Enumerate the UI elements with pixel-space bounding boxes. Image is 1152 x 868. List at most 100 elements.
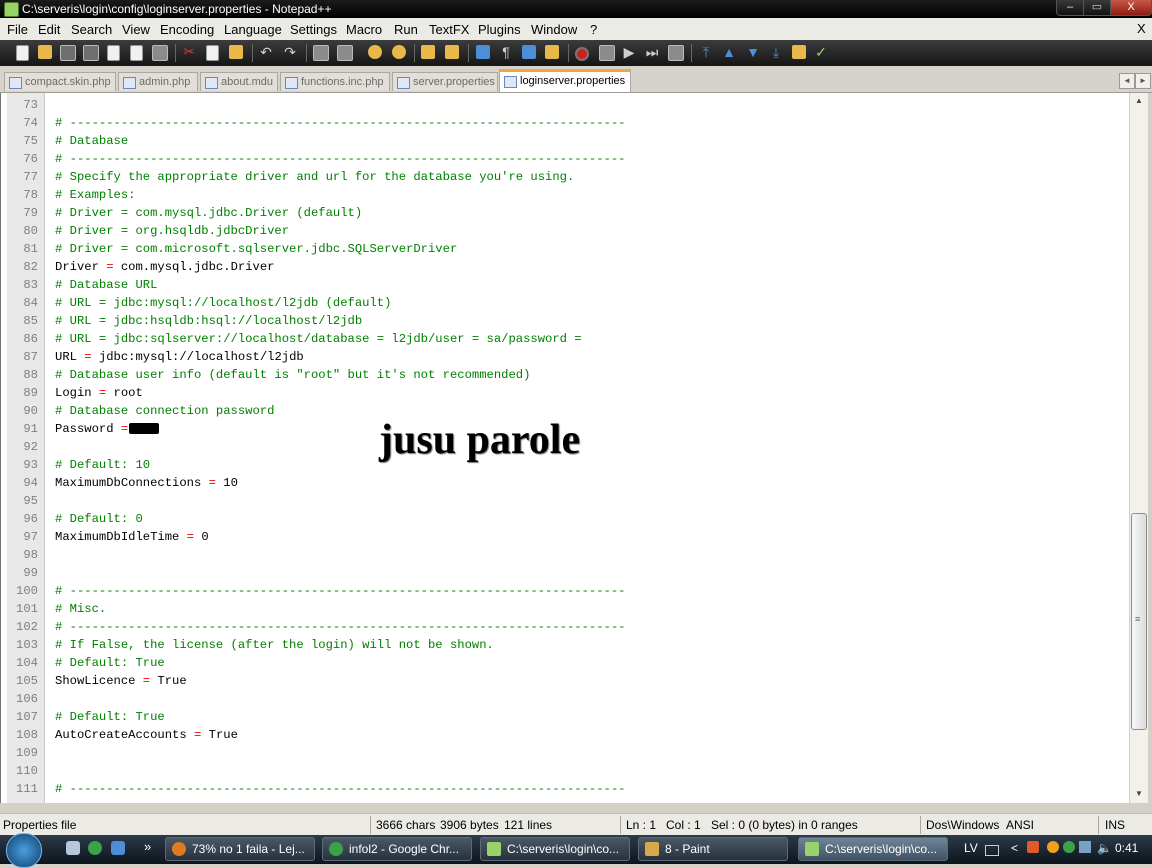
indent-guide-icon[interactable] xyxy=(522,45,536,59)
code-line[interactable]: 88 # Database user info (default is "root… xyxy=(1,366,1130,384)
menu-macro[interactable]: Macro xyxy=(346,22,382,37)
code-line[interactable]: 78 # Examples: xyxy=(1,186,1130,204)
volume-icon[interactable]: 🔈 xyxy=(1097,841,1112,855)
quicklaunch-more-icon[interactable]: » xyxy=(144,839,151,854)
menu-file[interactable]: File xyxy=(7,22,28,37)
spell-check-icon[interactable]: ✓ xyxy=(814,45,828,59)
code-line[interactable]: 89 Login = root xyxy=(1,384,1130,402)
minimize-button[interactable]: – xyxy=(1056,0,1084,16)
sync-vertical-icon[interactable] xyxy=(421,45,435,59)
tray-app-icon[interactable] xyxy=(1047,841,1059,853)
code-line[interactable]: 104 # Default: True xyxy=(1,654,1130,672)
zoom-in-icon[interactable] xyxy=(368,45,382,59)
scroll-down-arrow-icon[interactable]: ▼ xyxy=(1135,789,1143,798)
code-line[interactable]: 83 # Database URL xyxy=(1,276,1130,294)
code-line[interactable]: 95 xyxy=(1,492,1130,510)
open-file-icon[interactable] xyxy=(38,45,52,59)
code-line[interactable]: 85 # URL = jdbc:hsqldb:hsql://localhost/l… xyxy=(1,312,1130,330)
code-line[interactable]: 100 # -----------------------------------… xyxy=(1,582,1130,600)
save-macro-icon[interactable] xyxy=(668,45,684,61)
paste-icon[interactable] xyxy=(229,45,243,59)
menu-run[interactable]: Run xyxy=(394,22,418,37)
quicklaunch-chrome-icon[interactable] xyxy=(88,841,102,855)
menu-language[interactable]: Language xyxy=(224,22,282,37)
taskbar-item-chrome[interactable]: infol2 - Google Chr... xyxy=(322,837,472,861)
code-line[interactable]: 75 # Database xyxy=(1,132,1130,150)
undo-icon[interactable]: ↶ xyxy=(259,45,273,59)
taskbar-item-notepadpp-1[interactable]: C:\serveris\login\co... xyxy=(480,837,630,861)
show-all-chars-icon[interactable]: ¶ xyxy=(499,45,513,59)
taskbar-item-notepadpp-2[interactable]: C:\serveris\login\co... xyxy=(798,837,948,861)
code-line[interactable]: 105 ShowLicence = True xyxy=(1,672,1130,690)
print-icon[interactable] xyxy=(152,45,168,61)
redo-icon[interactable]: ↷ xyxy=(283,45,297,59)
sync-horizontal-icon[interactable] xyxy=(445,45,459,59)
menu-textfx[interactable]: TextFX xyxy=(429,22,469,37)
code-line[interactable]: 102 # -----------------------------------… xyxy=(1,618,1130,636)
menu-help[interactable]: ? xyxy=(590,22,597,37)
code-line[interactable]: 82 Driver = com.mysql.jdbc.Driver xyxy=(1,258,1130,276)
replace-icon[interactable] xyxy=(337,45,353,61)
tab-scroll-left-button[interactable]: ◄ xyxy=(1119,73,1135,89)
code-line[interactable]: 81 # Driver = com.microsoft.sqlserver.jdb… xyxy=(1,240,1130,258)
code-line[interactable]: 74 # ------------------------------------… xyxy=(1,114,1130,132)
code-line[interactable]: 97 MaximumDbIdleTime = 0 xyxy=(1,528,1130,546)
code-line[interactable]: 109 xyxy=(1,744,1130,762)
close-all-icon[interactable] xyxy=(130,45,143,61)
tab-server-properties[interactable]: server.properties xyxy=(392,72,498,91)
code-line[interactable]: 84 # URL = jdbc:mysql://localhost/l2jdb (… xyxy=(1,294,1130,312)
start-button[interactable] xyxy=(6,833,42,868)
code-line[interactable]: 77 # Specify the appropriate driver and u… xyxy=(1,168,1130,186)
tray-app-icon[interactable] xyxy=(1063,841,1075,853)
copy-icon[interactable] xyxy=(206,45,219,61)
new-file-icon[interactable] xyxy=(16,45,29,61)
code-line[interactable]: 111 # -----------------------------------… xyxy=(1,780,1130,798)
code-line[interactable]: 79 # Driver = com.mysql.jdbc.Driver (defa… xyxy=(1,204,1130,222)
network-icon[interactable] xyxy=(1079,841,1091,853)
code-line[interactable]: 76 # ------------------------------------… xyxy=(1,150,1130,168)
close-document-button[interactable]: X xyxy=(1137,21,1146,36)
user-language-icon[interactable] xyxy=(545,45,559,59)
vertical-scrollbar[interactable]: ▲ ≡ ▼ xyxy=(1129,93,1148,803)
record-macro-icon[interactable] xyxy=(575,47,589,61)
clock[interactable]: 0:41 xyxy=(1115,841,1138,855)
scroll-up-arrow-icon[interactable]: ▲ xyxy=(1135,96,1143,105)
playback-macro-icon[interactable]: ▶ xyxy=(622,45,636,59)
close-file-icon[interactable] xyxy=(107,45,120,61)
code-line[interactable]: 103 # If False, the license (after the lo… xyxy=(1,636,1130,654)
go-up-icon[interactable]: ▲ xyxy=(722,45,736,59)
cut-icon[interactable]: ✂ xyxy=(182,45,196,59)
tab-compact-skin-php[interactable]: compact.skin.php xyxy=(4,72,116,91)
tab-admin-php[interactable]: admin.php xyxy=(118,72,198,91)
code-line[interactable]: 87 URL = jdbc:mysql://localhost/l2jdb xyxy=(1,348,1130,366)
language-indicator[interactable]: LV xyxy=(964,841,978,855)
scrollbar-thumb[interactable]: ≡ xyxy=(1131,513,1147,730)
zoom-out-icon[interactable] xyxy=(392,45,406,59)
tab-functions-inc-php[interactable]: functions.inc.php xyxy=(280,72,390,91)
code-line[interactable]: 110 xyxy=(1,762,1130,780)
quicklaunch-desktop-icon[interactable] xyxy=(111,841,125,855)
code-line[interactable]: 86 # URL = jdbc:sqlserver://localhost/dat… xyxy=(1,330,1130,348)
tab-scroll-right-button[interactable]: ► xyxy=(1135,73,1151,89)
code-line[interactable]: 101 # Misc. xyxy=(1,600,1130,618)
code-line[interactable]: 108 AutoCreateAccounts = True xyxy=(1,726,1130,744)
code-line[interactable]: 94 MaximumDbConnections = 10 xyxy=(1,474,1130,492)
menu-settings[interactable]: Settings xyxy=(290,22,337,37)
menu-search[interactable]: Search xyxy=(71,22,112,37)
keyboard-icon[interactable] xyxy=(985,845,999,856)
tray-app-icon[interactable] xyxy=(1027,841,1039,853)
save-all-icon[interactable] xyxy=(83,45,99,61)
taskbar-item-firefox[interactable]: 73% no 1 faila - Lej... xyxy=(165,837,315,861)
code-line[interactable]: 73 xyxy=(1,96,1130,114)
save-icon[interactable] xyxy=(60,45,76,61)
tab-loginserver-properties[interactable]: loginserver.properties xyxy=(499,69,631,92)
maximize-button[interactable]: ▭ xyxy=(1083,0,1111,16)
menu-plugins[interactable]: Plugins xyxy=(478,22,521,37)
tray-expand-icon[interactable]: < xyxy=(1011,841,1018,855)
close-button[interactable]: X xyxy=(1110,0,1152,16)
go-last-icon[interactable]: ⤓ xyxy=(769,45,783,59)
code-line[interactable]: 98 xyxy=(1,546,1130,564)
code-line[interactable]: 106 xyxy=(1,690,1130,708)
menu-encoding[interactable]: Encoding xyxy=(160,22,214,37)
go-first-icon[interactable]: ⤒ xyxy=(699,45,713,59)
